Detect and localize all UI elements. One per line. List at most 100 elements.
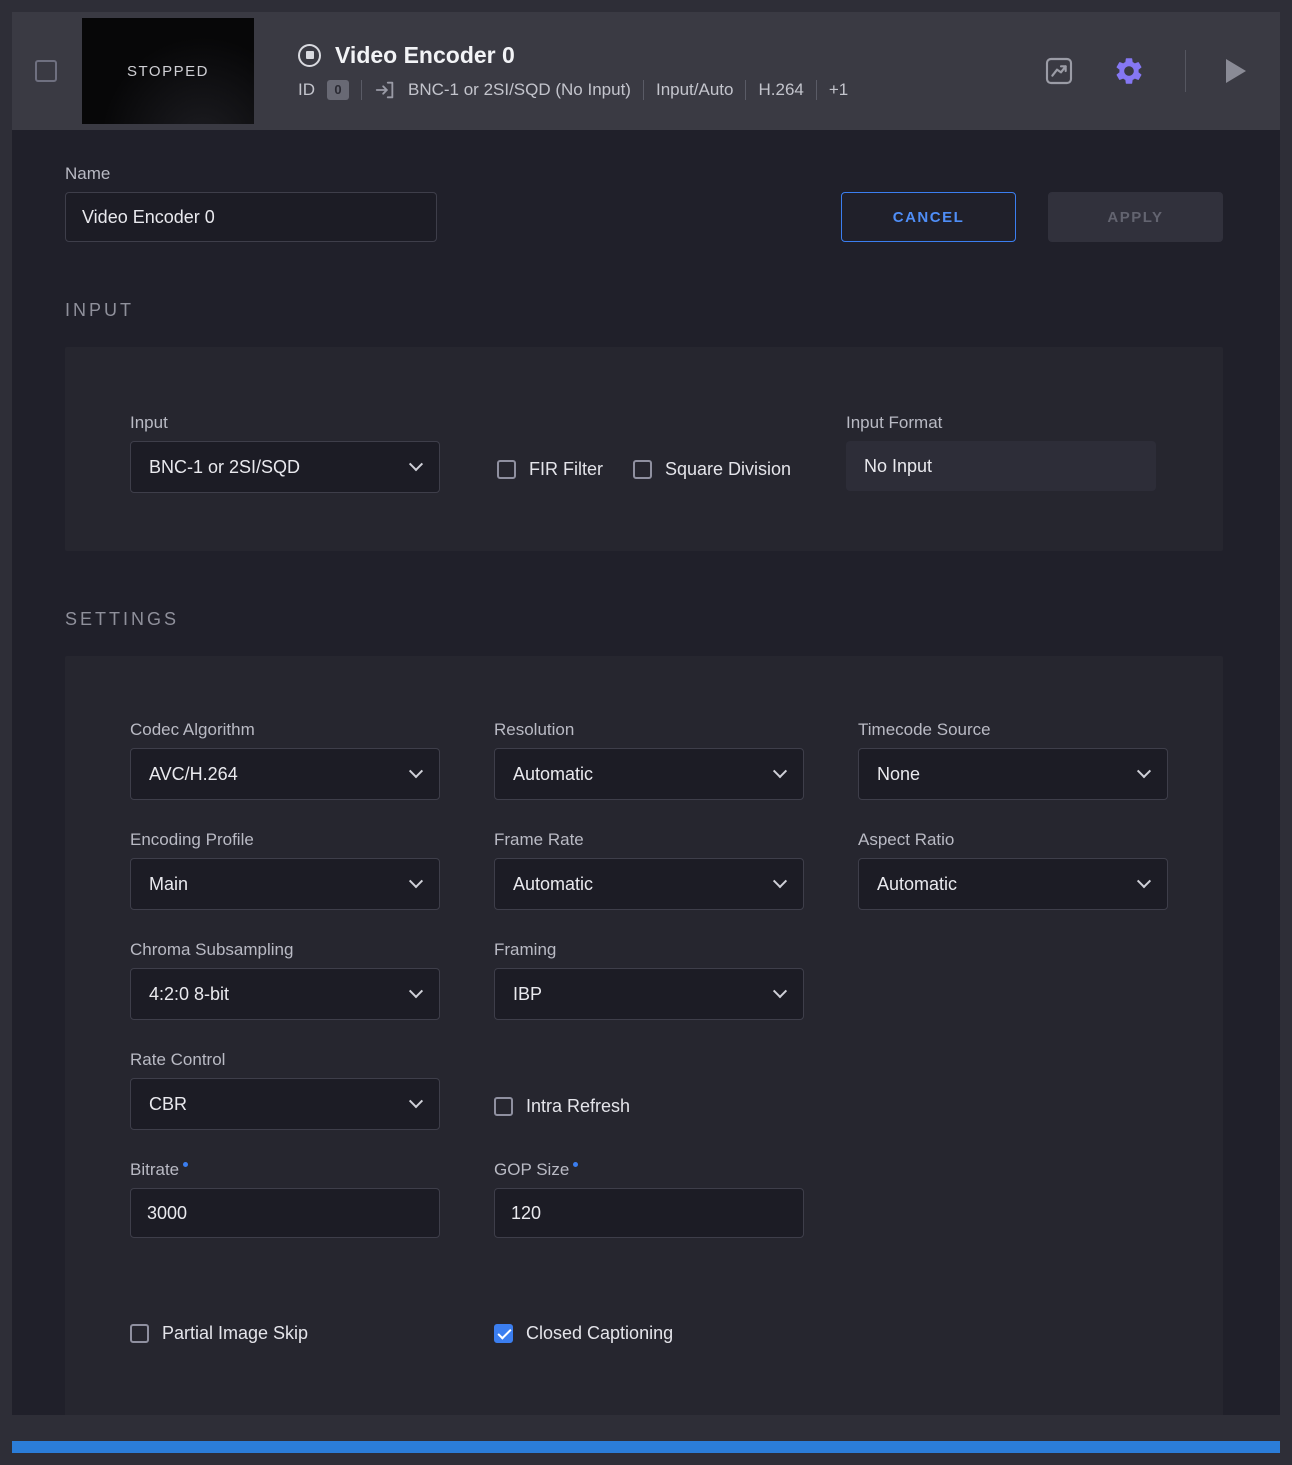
separator: [745, 80, 746, 100]
resolution-label: Resolution: [494, 720, 804, 740]
input-field: Input BNC-1 or 2SI/SQD: [130, 413, 440, 493]
required-indicator: [183, 1162, 188, 1167]
closed-captioning-label: Closed Captioning: [526, 1323, 673, 1344]
chevron-down-icon: [1137, 874, 1151, 888]
frame-rate-label: Frame Rate: [494, 830, 804, 850]
codec-algorithm-label: Codec Algorithm: [130, 720, 440, 740]
main-content: Name CANCEL APPLY INPUT Input BNC-1 or 2…: [12, 130, 1280, 1415]
action-buttons: CANCEL APPLY: [841, 192, 1223, 242]
separator: [643, 80, 644, 100]
header: STOPPED Video Encoder 0 ID 0 BNC-1 or 2S…: [12, 12, 1280, 130]
settings-gear-icon: [1113, 55, 1145, 87]
timecode-source-field: Timecode Source None: [858, 720, 1168, 800]
timecode-source-select[interactable]: None: [858, 748, 1168, 800]
required-indicator: [573, 1162, 578, 1167]
separator: [816, 80, 817, 100]
header-actions: [1039, 50, 1250, 92]
input-select[interactable]: BNC-1 or 2SI/SQD: [130, 441, 440, 493]
frame-rate-select[interactable]: Automatic: [494, 858, 804, 910]
input-source-icon: [374, 79, 396, 101]
codec-algorithm-select[interactable]: AVC/H.264: [130, 748, 440, 800]
checkbox-icon: [497, 460, 516, 479]
settings-button[interactable]: [1109, 51, 1149, 91]
input-select-value: BNC-1 or 2SI/SQD: [149, 457, 300, 478]
gop-size-label: GOP Size: [494, 1160, 569, 1180]
aspect-ratio-label: Aspect Ratio: [858, 830, 1168, 850]
name-label: Name: [65, 164, 375, 184]
chevron-down-icon: [409, 764, 423, 778]
fir-filter-checkbox[interactable]: FIR Filter: [497, 459, 603, 480]
gop-size-input[interactable]: [494, 1188, 804, 1238]
stopped-status-icon: [298, 44, 321, 67]
encoder-select-checkbox[interactable]: [35, 60, 57, 82]
analytics-chart-icon: [1043, 55, 1075, 87]
rate-control-field: Rate Control CBR: [130, 1050, 440, 1130]
bitrate-input[interactable]: [130, 1188, 440, 1238]
separator: [361, 80, 362, 100]
input-checkbox-group: FIR Filter Square Division: [497, 459, 791, 480]
input-label: Input: [130, 413, 440, 433]
extra-count-label: +1: [829, 80, 848, 100]
chevron-down-icon: [409, 874, 423, 888]
page-title: Video Encoder 0: [335, 42, 515, 69]
play-icon: [1226, 59, 1246, 83]
checkbox-icon: [130, 1324, 149, 1343]
square-division-checkbox[interactable]: Square Division: [633, 459, 791, 480]
encoding-profile-select[interactable]: Main: [130, 858, 440, 910]
input-format-value: No Input: [846, 441, 1156, 491]
input-format-field: Input Format No Input: [846, 413, 1156, 491]
fir-filter-label: FIR Filter: [529, 459, 603, 480]
bitrate-field: Bitrate: [130, 1160, 440, 1238]
encoding-profile-label: Encoding Profile: [130, 830, 440, 850]
square-division-label: Square Division: [665, 459, 791, 480]
analytics-button[interactable]: [1039, 51, 1079, 91]
mode-label: Input/Auto: [656, 80, 734, 100]
codec-algorithm-field: Codec Algorithm AVC/H.264: [130, 720, 440, 800]
encoder-config-panel: STOPPED Video Encoder 0 ID 0 BNC-1 or 2S…: [0, 0, 1292, 1465]
checkbox-icon: [633, 460, 652, 479]
name-field: Name: [65, 164, 375, 242]
start-encoder-button[interactable]: [1222, 55, 1250, 87]
intra-refresh-checkbox[interactable]: Intra Refresh: [494, 1096, 804, 1117]
timecode-source-label: Timecode Source: [858, 720, 1168, 740]
chroma-subsampling-select[interactable]: 4:2:0 8-bit: [130, 968, 440, 1020]
chevron-down-icon: [773, 984, 787, 998]
frame-rate-field: Frame Rate Automatic: [494, 830, 804, 910]
rate-control-select[interactable]: CBR: [130, 1078, 440, 1130]
gop-size-field: GOP Size: [494, 1160, 804, 1238]
chevron-down-icon: [409, 457, 423, 471]
chevron-down-icon: [773, 764, 787, 778]
checkbox-icon: [494, 1097, 513, 1116]
partial-image-skip-label: Partial Image Skip: [162, 1323, 308, 1344]
input-summary: BNC-1 or 2SI/SQD (No Input): [408, 80, 631, 100]
id-label: ID: [298, 80, 315, 100]
intra-refresh-label: Intra Refresh: [526, 1096, 630, 1117]
name-input[interactable]: [65, 192, 437, 242]
input-section-heading: INPUT: [65, 300, 1223, 321]
encoding-profile-field: Encoding Profile Main: [130, 830, 440, 910]
framing-select[interactable]: IBP: [494, 968, 804, 1020]
input-card: Input BNC-1 or 2SI/SQD FIR Filter Square…: [65, 347, 1223, 551]
aspect-ratio-field: Aspect Ratio Automatic: [858, 830, 1168, 910]
encoder-meta-row: ID 0 BNC-1 or 2SI/SQD (No Input) Input/A…: [298, 79, 848, 101]
aspect-ratio-select[interactable]: Automatic: [858, 858, 1168, 910]
chevron-down-icon: [409, 1094, 423, 1108]
rate-control-label: Rate Control: [130, 1050, 440, 1070]
chevron-down-icon: [409, 984, 423, 998]
codec-label: H.264: [758, 80, 803, 100]
header-text: Video Encoder 0 ID 0 BNC-1 or 2SI/SQD (N…: [298, 42, 848, 101]
closed-captioning-checkbox[interactable]: Closed Captioning: [494, 1323, 804, 1344]
chroma-subsampling-field: Chroma Subsampling 4:2:0 8-bit: [130, 940, 440, 1020]
input-format-label: Input Format: [846, 413, 1156, 433]
id-badge: 0: [327, 80, 349, 100]
checkbox-icon: [494, 1324, 513, 1343]
partial-image-skip-checkbox[interactable]: Partial Image Skip: [130, 1323, 440, 1344]
apply-button[interactable]: APPLY: [1048, 192, 1223, 242]
cancel-button[interactable]: CANCEL: [841, 192, 1016, 242]
framing-label: Framing: [494, 940, 804, 960]
header-divider: [1185, 50, 1186, 92]
settings-section-heading: SETTINGS: [65, 609, 1223, 630]
resolution-select[interactable]: Automatic: [494, 748, 804, 800]
thumbnail-status-label: STOPPED: [127, 63, 209, 80]
chevron-down-icon: [1137, 764, 1151, 778]
